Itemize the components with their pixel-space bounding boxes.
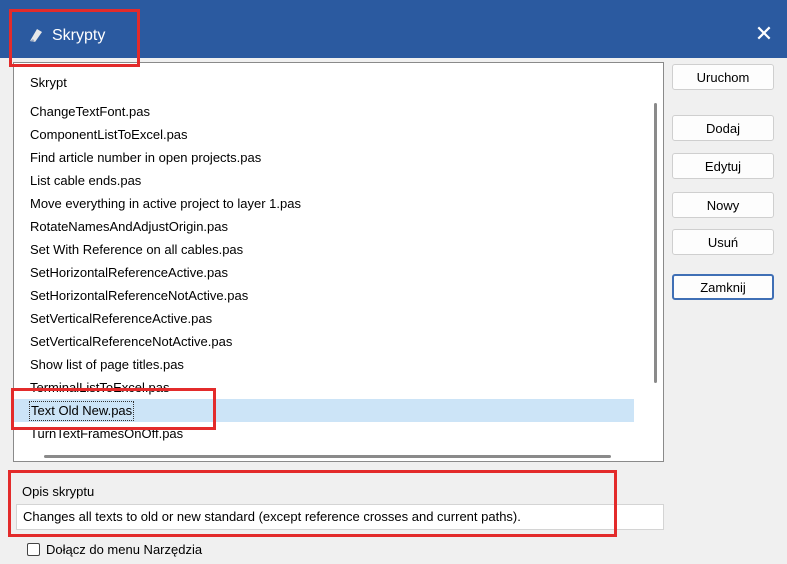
list-item[interactable]: RotateNamesAndAdjustOrigin.pas bbox=[14, 215, 634, 238]
list-item-label: TurnTextFramesOnOff.pas bbox=[30, 426, 184, 441]
run-button[interactable]: Uruchom bbox=[672, 64, 774, 90]
vertical-scrollbar[interactable] bbox=[654, 103, 657, 383]
list-item-label: ComponentListToExcel.pas bbox=[30, 127, 188, 142]
list-item[interactable]: Find article number in open projects.pas bbox=[14, 146, 634, 169]
list-header: Skrypt bbox=[30, 75, 67, 90]
script-list-rows: ChangeTextFont.pas ComponentListToExcel.p… bbox=[14, 100, 634, 445]
list-item[interactable]: Show list of page titles.pas bbox=[14, 353, 634, 376]
list-item-label: SetHorizontalReferenceActive.pas bbox=[30, 265, 228, 280]
description-label: Opis skryptu bbox=[22, 484, 95, 499]
list-item-label: SetVerticalReferenceActive.pas bbox=[30, 311, 213, 326]
list-item-label: SetVerticalReferenceNotActive.pas bbox=[30, 334, 233, 349]
list-item[interactable]: SetHorizontalReferenceNotActive.pas bbox=[14, 284, 634, 307]
list-item[interactable]: TerminalListToExcel.pas bbox=[14, 376, 634, 399]
edit-button[interactable]: Edytuj bbox=[672, 153, 774, 179]
list-item-label: List cable ends.pas bbox=[30, 173, 142, 188]
script-icon bbox=[30, 29, 42, 42]
tools-menu-label[interactable]: Dołącz do menu Narzędzia bbox=[46, 542, 202, 557]
list-item[interactable]: Text Old New.pas bbox=[14, 399, 634, 422]
tools-menu-checkbox[interactable] bbox=[27, 543, 40, 556]
list-item[interactable]: Move everything in active project to lay… bbox=[14, 192, 634, 215]
list-item[interactable]: SetVerticalReferenceActive.pas bbox=[14, 307, 634, 330]
list-item-label: TerminalListToExcel.pas bbox=[30, 380, 170, 395]
list-item-label: Move everything in active project to lay… bbox=[30, 196, 301, 211]
description-field[interactable]: Changes all texts to old or new standard… bbox=[16, 504, 664, 530]
list-item-label: Set With Reference on all cables.pas bbox=[30, 242, 244, 257]
delete-button[interactable]: Usuń bbox=[672, 229, 774, 255]
list-item-label: Show list of page titles.pas bbox=[30, 357, 184, 372]
list-item[interactable]: List cable ends.pas bbox=[14, 169, 634, 192]
list-item[interactable]: TurnTextFramesOnOff.pas bbox=[14, 422, 634, 445]
scripts-dialog: Skrypty ✕ Skrypt ChangeTextFont.pas Compo… bbox=[0, 0, 787, 564]
close-button[interactable]: Zamknij bbox=[672, 274, 774, 300]
title-bar: Skrypty ✕ bbox=[0, 0, 787, 58]
horizontal-scrollbar[interactable] bbox=[44, 455, 611, 458]
list-item[interactable]: ComponentListToExcel.pas bbox=[14, 123, 634, 146]
close-icon: ✕ bbox=[754, 21, 774, 46]
list-item-label: SetHorizontalReferenceNotActive.pas bbox=[30, 288, 249, 303]
list-item-label: Text Old New.pas bbox=[28, 401, 135, 421]
add-button[interactable]: Dodaj bbox=[672, 115, 774, 141]
list-item-label: Find article number in open projects.pas bbox=[30, 150, 262, 165]
script-list[interactable]: Skrypt ChangeTextFont.pas ComponentListTo… bbox=[13, 62, 664, 462]
list-item-label: ChangeTextFont.pas bbox=[30, 104, 150, 119]
window-title: Skrypty bbox=[52, 27, 106, 44]
new-button[interactable]: Nowy bbox=[672, 192, 774, 218]
list-item[interactable]: SetVerticalReferenceNotActive.pas bbox=[14, 330, 634, 353]
list-item-label: RotateNamesAndAdjustOrigin.pas bbox=[30, 219, 228, 234]
list-item[interactable]: ChangeTextFont.pas bbox=[14, 100, 634, 123]
list-item[interactable]: Set With Reference on all cables.pas bbox=[14, 238, 634, 261]
close-window-button[interactable]: ✕ bbox=[741, 14, 787, 54]
list-item[interactable]: SetHorizontalReferenceActive.pas bbox=[14, 261, 634, 284]
